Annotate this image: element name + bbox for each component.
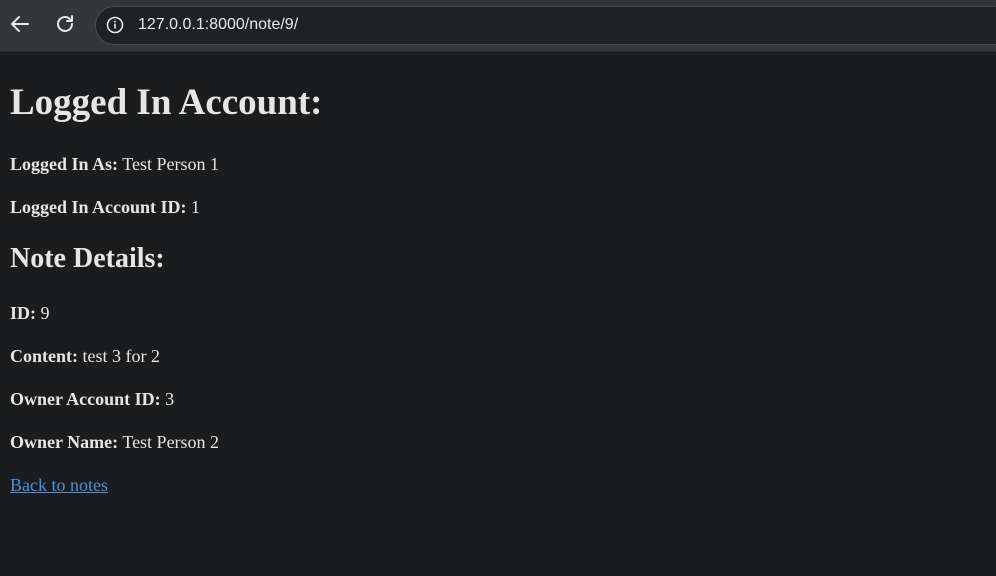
back-to-notes-link[interactable]: Back to notes xyxy=(10,474,108,496)
note-content-label: Content: xyxy=(10,346,78,366)
info-icon[interactable] xyxy=(106,16,124,34)
logged-in-as-value: Test Person 1 xyxy=(122,154,219,174)
owner-account-id-value: 3 xyxy=(165,389,175,409)
account-heading: Logged In Account: xyxy=(10,82,323,123)
address-bar[interactable]: 127.0.0.1:8000/note/9/ xyxy=(95,6,996,45)
browser-toolbar: 127.0.0.1:8000/note/9/ xyxy=(0,0,996,51)
owner-account-id-row: Owner Account ID: 3 xyxy=(10,388,174,410)
account-id-label: Logged In Account ID: xyxy=(10,197,187,217)
note-id-row: ID: 9 xyxy=(10,302,50,324)
account-id-row: Logged In Account ID: 1 xyxy=(10,196,200,218)
owner-account-id-label: Owner Account ID: xyxy=(10,389,161,409)
logged-in-as-row: Logged In As: Test Person 1 xyxy=(10,153,219,175)
note-id-value: 9 xyxy=(40,303,50,323)
account-id-value: 1 xyxy=(191,197,201,217)
note-details-heading: Note Details: xyxy=(10,243,165,274)
arrow-left-icon xyxy=(11,16,29,32)
page-content: Logged In Account: Logged In As: Test Pe… xyxy=(0,51,996,576)
reload-button[interactable] xyxy=(52,11,78,37)
reload-icon xyxy=(57,15,73,32)
back-button[interactable] xyxy=(7,11,33,37)
owner-name-row: Owner Name: Test Person 2 xyxy=(10,431,219,453)
owner-name-label: Owner Name: xyxy=(10,432,119,452)
note-content-row: Content: test 3 for 2 xyxy=(10,345,160,367)
owner-name-value: Test Person 2 xyxy=(122,432,220,452)
url-text[interactable]: 127.0.0.1:8000/note/9/ xyxy=(138,16,298,34)
note-id-label: ID: xyxy=(10,303,36,323)
logged-in-as-label: Logged In As: xyxy=(10,154,119,174)
note-content-value: test 3 for 2 xyxy=(82,346,160,366)
